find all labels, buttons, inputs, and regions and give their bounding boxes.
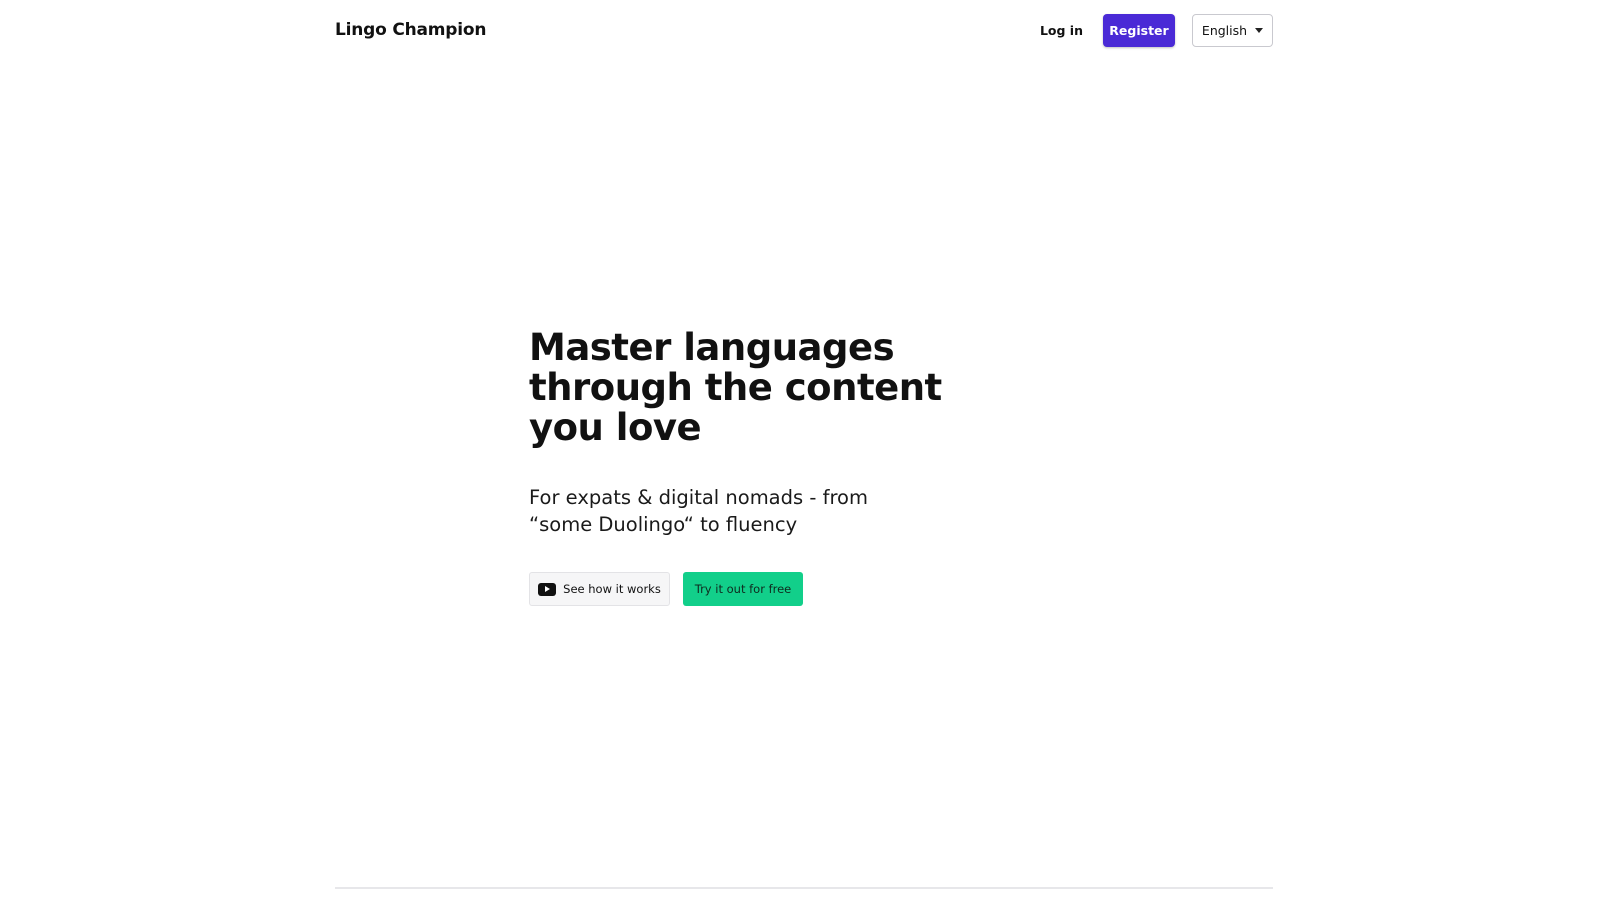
nav-actions: Log in Register English bbox=[1040, 13, 1273, 47]
see-how-it-works-button[interactable]: See how it works bbox=[529, 572, 670, 606]
register-button[interactable]: Register bbox=[1103, 13, 1175, 47]
see-how-it-works-label: See how it works bbox=[563, 582, 661, 596]
language-select[interactable]: English bbox=[1192, 13, 1273, 47]
hero-section: Master languages through the content you… bbox=[529, 328, 949, 606]
hero-subtitle: For expats & digital nomads - from “some… bbox=[529, 486, 868, 536]
language-select-value: English bbox=[1201, 22, 1248, 38]
try-for-free-button[interactable]: Try it out for free bbox=[683, 572, 803, 606]
landing-page: Lingo Champion Log in Register English M… bbox=[0, 0, 1600, 900]
hero-cta-group: See how it works Try it out for free bbox=[529, 572, 949, 606]
footer-divider bbox=[335, 887, 1273, 889]
chevron-down-icon bbox=[1255, 27, 1264, 33]
top-nav: Lingo Champion Log in Register English bbox=[335, 13, 1273, 47]
brand-logo[interactable]: Lingo Champion bbox=[335, 20, 486, 40]
youtube-play-icon bbox=[538, 582, 557, 596]
login-link[interactable]: Log in bbox=[1040, 23, 1083, 38]
hero-title: Master languages through the content you… bbox=[529, 326, 942, 449]
